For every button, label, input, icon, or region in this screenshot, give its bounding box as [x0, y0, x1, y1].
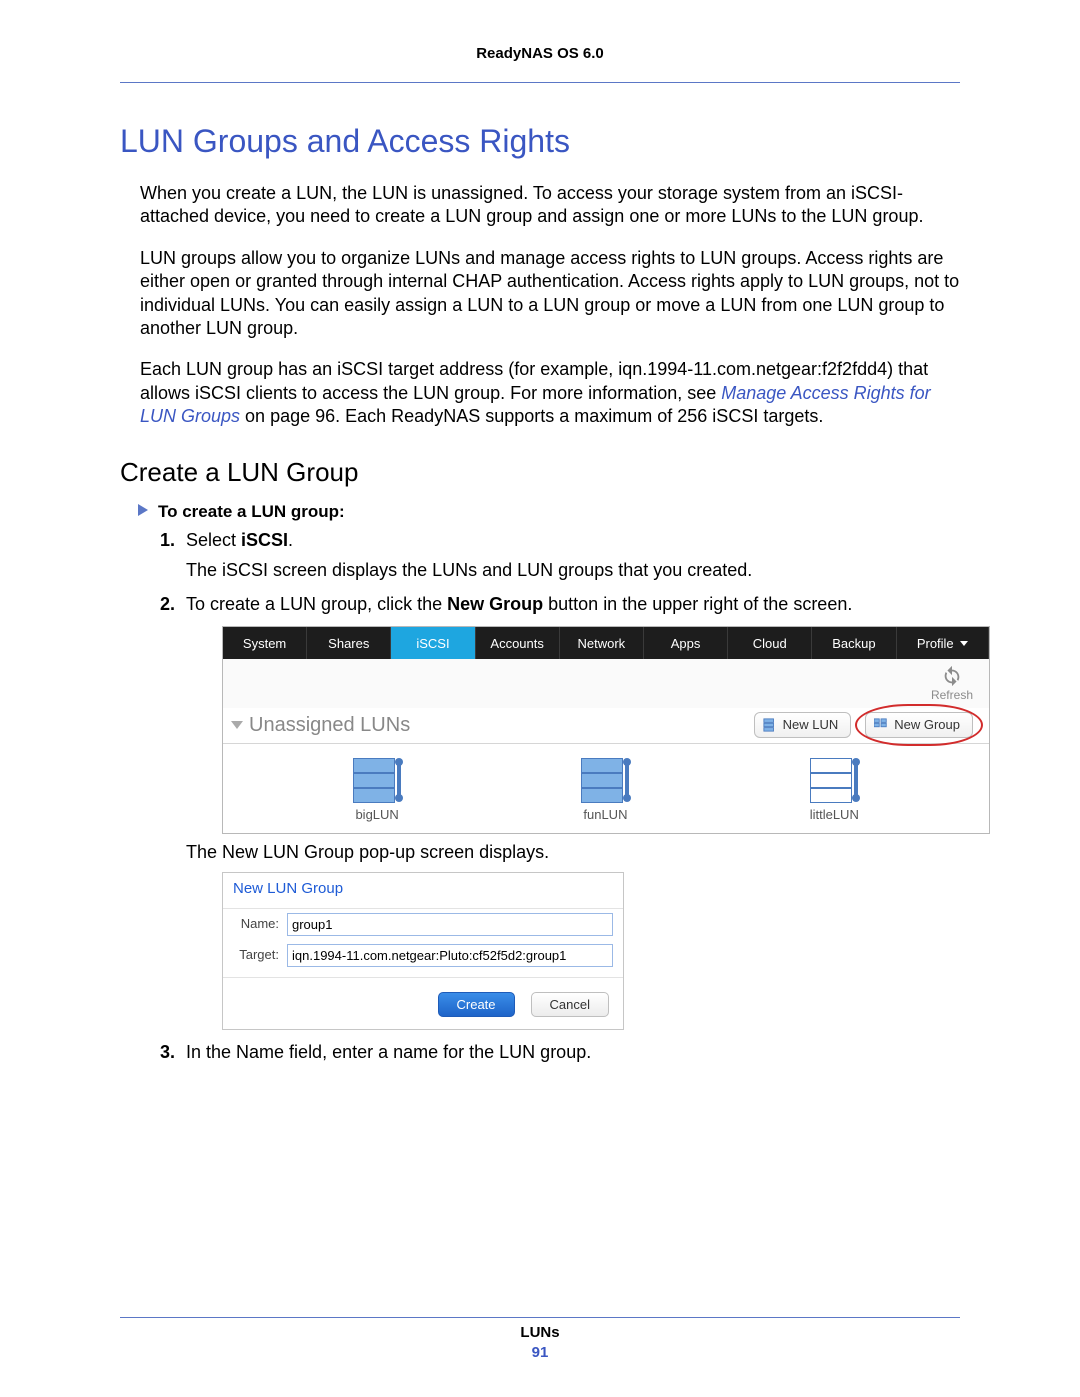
new-group-highlight: New Group: [865, 712, 973, 738]
lun-icon: [763, 718, 777, 732]
page-number: 91: [120, 1344, 960, 1361]
collapse-icon: [231, 721, 243, 729]
paragraph: LUN groups allow you to organize LUNs an…: [140, 247, 960, 341]
tab-system[interactable]: System: [223, 627, 307, 659]
paragraph: When you create a LUN, the LUN is unassi…: [140, 182, 960, 229]
heading-1: LUN Groups and Access Rights: [120, 123, 960, 160]
nav-bar: System Shares iSCSI Accounts Network App…: [223, 627, 989, 659]
text: .: [288, 530, 293, 550]
refresh-label: Refresh: [931, 687, 973, 703]
step-2: 2. To create a LUN group, click the New …: [160, 592, 960, 1030]
dialog-title: New LUN Group: [223, 873, 623, 908]
lun-label: bigLUN: [355, 806, 398, 824]
tab-profile[interactable]: Profile: [897, 627, 990, 659]
page: ReadyNAS OS 6.0 LUN Groups and Access Ri…: [0, 0, 1080, 1397]
chevron-down-icon: [960, 641, 968, 646]
footer-section-label: LUNs: [520, 1324, 559, 1341]
lun-icon: [581, 758, 629, 802]
lun-item[interactable]: littleLUN: [810, 758, 859, 824]
paragraph: Each LUN group has an iSCSI target addre…: [140, 358, 960, 428]
ui-term: iSCSI: [241, 530, 288, 550]
header-rule: [120, 82, 960, 83]
group-icon: [874, 718, 888, 732]
lun-list: bigLUN funLUN littleLUN: [223, 744, 989, 834]
step-result: The New LUN Group pop-up screen displays…: [186, 840, 960, 864]
step-1: 1. Select iSCSI. The iSCSI screen displa…: [160, 528, 960, 583]
page-footer: LUNs 91: [120, 1317, 960, 1361]
tab-network[interactable]: Network: [560, 627, 644, 659]
lun-item[interactable]: bigLUN: [353, 758, 401, 824]
text: button in the upper right of the screen.: [543, 594, 852, 614]
toolbar: Refresh: [223, 659, 989, 707]
tab-backup[interactable]: Backup: [812, 627, 896, 659]
lun-item[interactable]: funLUN: [581, 758, 629, 824]
new-lun-button[interactable]: New LUN: [754, 712, 852, 738]
refresh-button[interactable]: Refresh: [931, 665, 973, 703]
divider: [223, 977, 623, 978]
ui-term: New Group: [447, 594, 543, 614]
tab-profile-label: Profile: [917, 635, 954, 653]
name-input[interactable]: [287, 913, 613, 936]
target-label: Target:: [233, 946, 279, 964]
text: In the Name field, enter a name for the …: [186, 1042, 591, 1062]
screenshot-new-lun-group-dialog: New LUN Group Name: Target: Create Cance…: [222, 872, 624, 1029]
lun-icon: [353, 758, 401, 802]
step-number: 2.: [160, 592, 175, 616]
section-title[interactable]: Unassigned LUNs: [231, 712, 410, 739]
step-number: 3.: [160, 1040, 175, 1064]
section-title-label: Unassigned LUNs: [249, 712, 410, 739]
lun-icon: [810, 758, 858, 802]
screenshot-iscsi-screen: System Shares iSCSI Accounts Network App…: [222, 626, 990, 834]
lun-label: littleLUN: [810, 806, 859, 824]
target-input[interactable]: [287, 944, 613, 967]
text: on page 96. Each ReadyNAS supports a max…: [240, 406, 823, 426]
running-header: ReadyNAS OS 6.0: [120, 45, 960, 62]
tab-apps[interactable]: Apps: [644, 627, 728, 659]
text: To create a LUN group, click the: [186, 594, 447, 614]
step-3: 3. In the Name field, enter a name for t…: [160, 1040, 960, 1064]
tab-iscsi[interactable]: iSCSI: [391, 627, 475, 659]
name-label: Name:: [233, 915, 279, 933]
step-result: The iSCSI screen displays the LUNs and L…: [186, 558, 960, 582]
procedure-title: To create a LUN group:: [158, 502, 345, 521]
new-group-button[interactable]: New Group: [865, 712, 973, 738]
procedure-heading: To create a LUN group:: [138, 502, 960, 522]
refresh-icon: [941, 665, 963, 687]
section-header: Unassigned LUNs New LUN New Group: [223, 708, 989, 744]
tab-cloud[interactable]: Cloud: [728, 627, 812, 659]
new-lun-label: New LUN: [783, 716, 839, 734]
text: Select: [186, 530, 241, 550]
lun-label: funLUN: [583, 806, 627, 824]
arrow-icon: [138, 504, 148, 516]
new-group-label: New Group: [894, 716, 960, 734]
tab-shares[interactable]: Shares: [307, 627, 391, 659]
cancel-button[interactable]: Cancel: [531, 992, 609, 1017]
create-button[interactable]: Create: [438, 992, 515, 1017]
step-number: 1.: [160, 528, 175, 552]
heading-2: Create a LUN Group: [120, 457, 960, 488]
footer-rule: [120, 1317, 960, 1318]
tab-accounts[interactable]: Accounts: [476, 627, 560, 659]
